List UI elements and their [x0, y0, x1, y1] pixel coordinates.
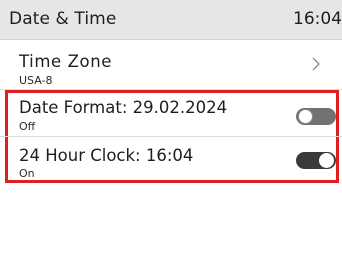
24-hour-clock-label: 24 Hour Clock: 16:04: [19, 146, 194, 165]
toggle-knob: [298, 109, 313, 124]
date-format-label: Date Format: 29.02.2024: [19, 98, 228, 117]
24-hour-clock-toggle[interactable]: [296, 152, 336, 169]
time-zone-label: Time Zone: [19, 52, 113, 71]
chevron-right-icon: [312, 57, 320, 71]
date-format-status: Off: [19, 120, 36, 133]
header-bar: Date & Time 16:04: [0, 0, 342, 40]
24-hour-clock-status: On: [19, 167, 35, 180]
clock-time: 16:04: [293, 9, 342, 29]
date-format-toggle[interactable]: [296, 108, 336, 125]
page-title: Date & Time: [9, 9, 117, 29]
setting-date-format[interactable]: Date Format: 29.02.2024 Off: [0, 93, 342, 137]
setting-24-hour-clock[interactable]: 24 Hour Clock: 16:04 On: [0, 138, 342, 182]
toggle-knob: [319, 153, 334, 168]
time-zone-value: USA-8: [19, 74, 53, 87]
setting-time-zone[interactable]: Time Zone USA-8: [0, 40, 342, 90]
